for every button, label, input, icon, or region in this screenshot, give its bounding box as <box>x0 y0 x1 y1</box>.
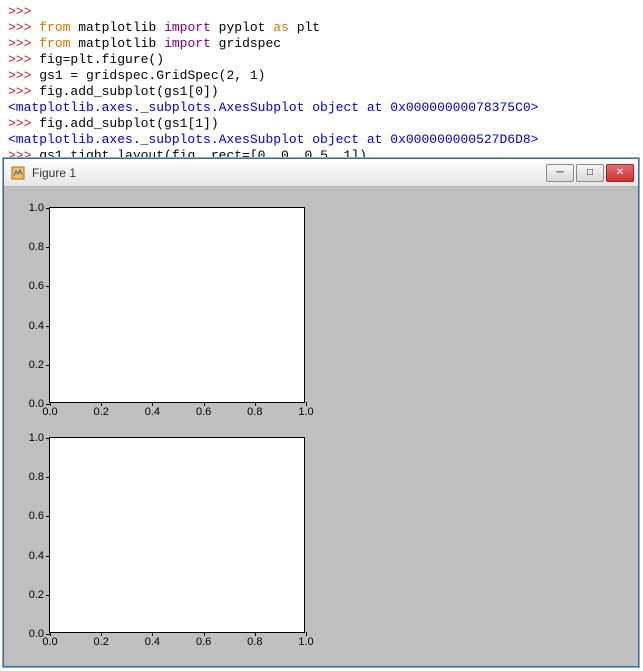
x-tick-label: 0.8 <box>247 406 262 418</box>
window-title: Figure 1 <box>32 166 544 180</box>
code-segment: matplotlib <box>70 36 164 51</box>
code-segment: >>> <box>8 116 39 131</box>
console-line: <matplotlib.axes._subplots.AxesSubplot o… <box>8 100 635 116</box>
y-tick-label: 0.8 <box>29 241 44 253</box>
maximize-button[interactable]: □ <box>576 164 604 182</box>
code-segment: from <box>39 36 70 51</box>
code-segment: >>> <box>8 84 39 99</box>
y-tickmark <box>46 286 50 287</box>
code-segment: fig.add_subplot(gs1[1]) <box>39 116 218 131</box>
close-icon: ✕ <box>616 167 624 178</box>
console-line: >>> fig=plt.figure() <box>8 52 635 68</box>
app-icon <box>10 165 26 181</box>
y-tick-label: 0.6 <box>29 510 44 522</box>
y-tickmark <box>46 247 50 248</box>
code-segment: pyplot <box>211 20 273 35</box>
code-segment: gs1 = gridspec.GridSpec(2, 1) <box>39 68 265 83</box>
x-tick-label: 0.2 <box>94 406 109 418</box>
x-tick-label: 0.2 <box>94 636 109 648</box>
y-tickmark <box>46 208 50 209</box>
y-tickmark <box>46 477 50 478</box>
x-tick-label: 0.8 <box>247 636 262 648</box>
maximize-icon: □ <box>587 167 593 178</box>
y-tickmark <box>46 556 50 557</box>
code-segment: >>> <box>8 52 39 67</box>
code-segment: >>> <box>8 36 39 51</box>
code-segment: <matplotlib.axes._subplots.AxesSubplot o… <box>8 100 539 115</box>
x-tick-label: 0.4 <box>145 636 160 648</box>
y-tick-label: 0.2 <box>29 359 44 371</box>
code-segment: plt <box>289 20 320 35</box>
x-tick-label: 0.6 <box>196 406 211 418</box>
y-tick-label: 1.0 <box>29 202 44 214</box>
console-line: >>> from matplotlib import pyplot as plt <box>8 20 635 36</box>
console-line: >>> gs1 = gridspec.GridSpec(2, 1) <box>8 68 635 84</box>
code-segment: import <box>164 36 211 51</box>
y-tick-label: 0.4 <box>29 320 44 332</box>
figure-canvas: 0.00.20.40.60.81.00.00.20.40.60.81.00.00… <box>4 187 638 666</box>
console-line: >>> from matplotlib import gridspec <box>8 36 635 52</box>
x-tick-label: 0.6 <box>196 636 211 648</box>
subplot-1: 0.00.20.40.60.81.00.00.20.40.60.81.0 <box>49 437 305 633</box>
y-tickmark <box>46 438 50 439</box>
y-tickmark <box>46 326 50 327</box>
minimize-icon: ─ <box>556 167 563 178</box>
subplot-0: 0.00.20.40.60.81.00.00.20.40.60.81.0 <box>49 207 305 403</box>
code-segment: from <box>39 20 70 35</box>
code-segment: <matplotlib.axes._subplots.AxesSubplot o… <box>8 132 539 147</box>
y-tickmark <box>46 365 50 366</box>
y-tick-label: 0.4 <box>29 550 44 562</box>
code-segment: gridspec <box>211 36 281 51</box>
y-tick-label: 1.0 <box>29 432 44 444</box>
console-line: <matplotlib.axes._subplots.AxesSubplot o… <box>8 132 635 148</box>
code-segment: import <box>164 20 211 35</box>
window-controls: ─ □ ✕ <box>544 164 634 182</box>
code-segment: >>> <box>8 68 39 83</box>
x-tick-label: 0.0 <box>42 636 57 648</box>
console-line: >>> fig.add_subplot(gs1[1]) <box>8 116 635 132</box>
y-tickmark <box>46 516 50 517</box>
x-tick-label: 1.0 <box>298 636 313 648</box>
y-tickmark <box>46 595 50 596</box>
code-segment: >>> <box>8 4 31 19</box>
figure-window: Figure 1 ─ □ ✕ 0.00.20.40.60.81.00.00.20… <box>3 158 639 667</box>
console-line: >>> <box>8 4 635 20</box>
minimize-button[interactable]: ─ <box>546 164 574 182</box>
code-segment: >>> <box>8 20 39 35</box>
console-line: >>> fig.add_subplot(gs1[0]) <box>8 84 635 100</box>
y-tick-label: 0.2 <box>29 589 44 601</box>
code-segment: as <box>273 20 289 35</box>
x-tick-label: 1.0 <box>298 406 313 418</box>
y-tick-label: 0.6 <box>29 280 44 292</box>
close-button[interactable]: ✕ <box>606 164 634 182</box>
x-tick-label: 0.4 <box>145 406 160 418</box>
titlebar[interactable]: Figure 1 ─ □ ✕ <box>4 159 638 187</box>
code-segment: fig=plt.figure() <box>39 52 164 67</box>
code-segment: matplotlib <box>70 20 164 35</box>
x-tick-label: 0.0 <box>42 406 57 418</box>
y-tick-label: 0.8 <box>29 471 44 483</box>
code-segment: fig.add_subplot(gs1[0]) <box>39 84 218 99</box>
